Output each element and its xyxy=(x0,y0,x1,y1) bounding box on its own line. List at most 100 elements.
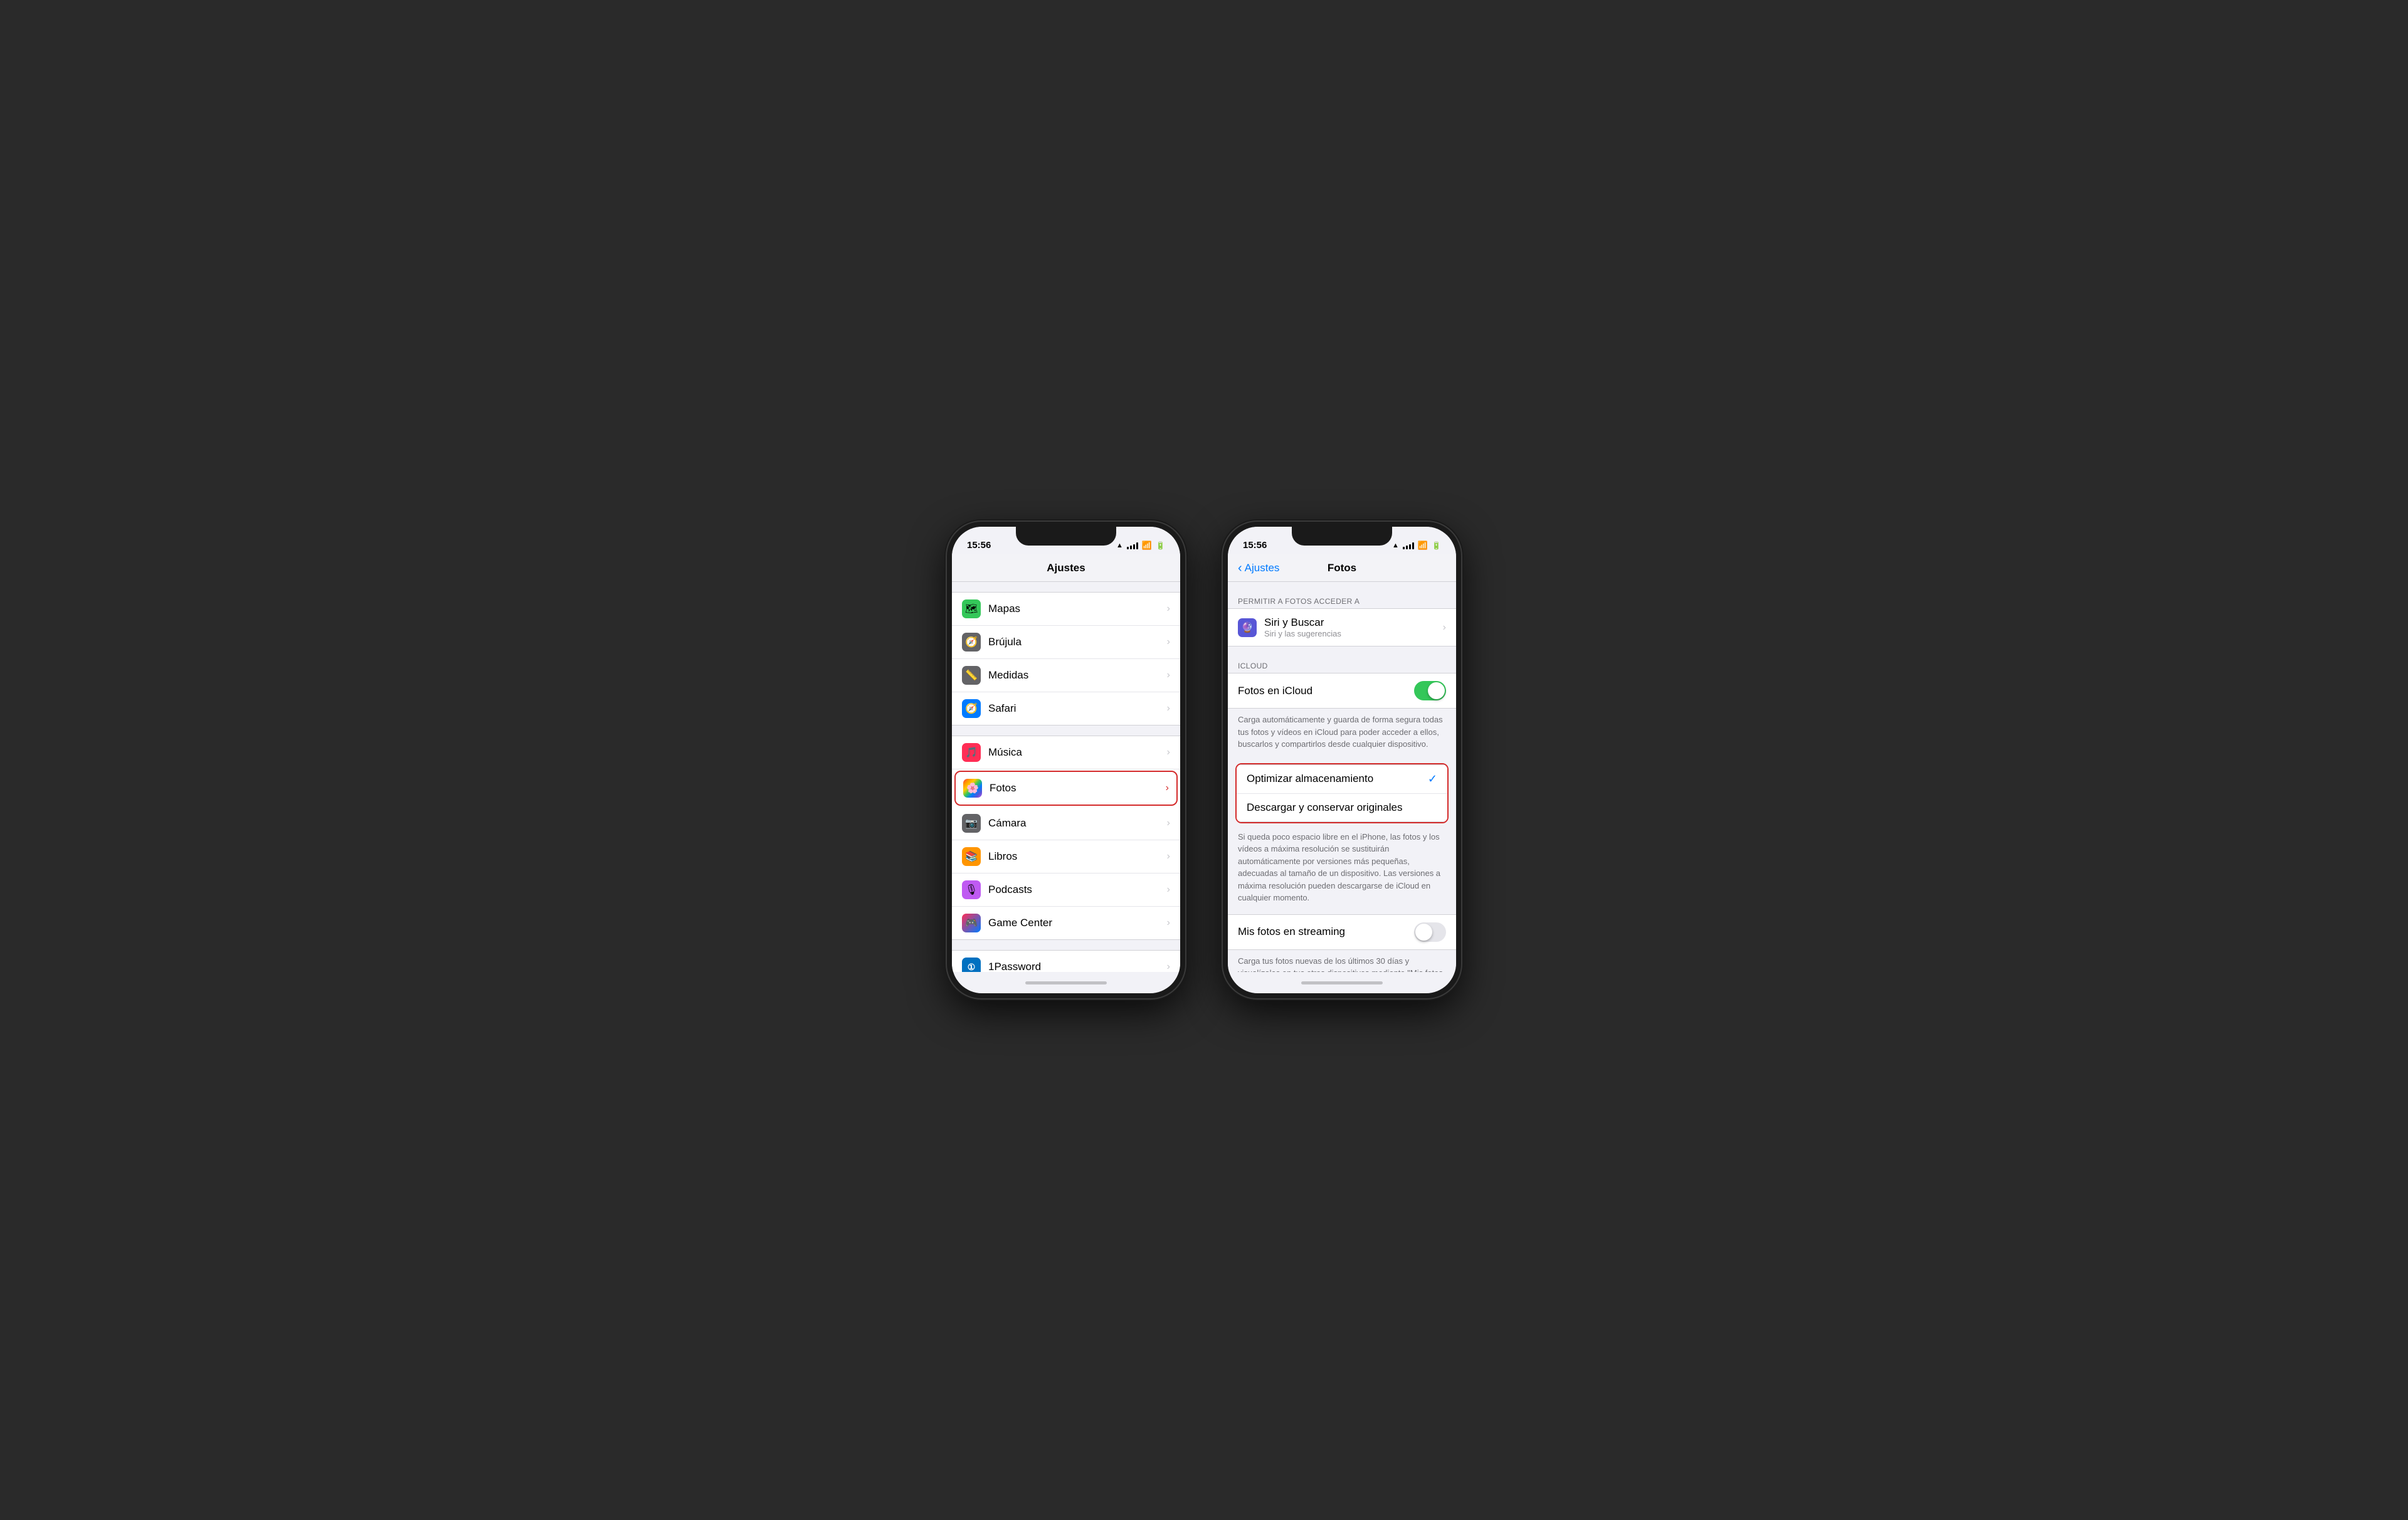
label-podcasts: Podcasts xyxy=(988,884,1167,896)
nav-bar-left: Ajustes xyxy=(952,554,1180,582)
chevron-camara: › xyxy=(1167,818,1170,829)
icon-camara: 📷 xyxy=(962,814,981,833)
chevron-libros: › xyxy=(1167,851,1170,862)
streaming-desc: Carga tus fotos nuevas de los últimos 30… xyxy=(1228,950,1456,973)
wifi-icon-right: 📶 xyxy=(1418,541,1428,551)
settings-list-2: 🎵 Música › 🌸 Fotos › 📷 xyxy=(952,736,1180,940)
label-mapas: Mapas xyxy=(988,603,1167,615)
chevron-fotos: › xyxy=(1166,783,1169,794)
chevron-gamecenter: › xyxy=(1167,917,1170,929)
back-chevron-icon: ‹ xyxy=(1238,562,1242,574)
fotos-icloud-toggle[interactable] xyxy=(1414,681,1446,700)
toggle-knob xyxy=(1428,682,1445,699)
section-permit: PERMITIR A FOTOS ACCEDER A 🔮 Siri y Busc… xyxy=(1228,592,1456,647)
streaming-section: Mis fotos en streaming Carga tus fotos n… xyxy=(1228,914,1456,973)
icon-brujula: 🧭 xyxy=(962,633,981,652)
settings-section-2: 🎵 Música › 🌸 Fotos › 📷 xyxy=(952,736,1180,940)
home-indicator-left xyxy=(1025,981,1107,984)
list-item-1password[interactable]: ① 1Password › xyxy=(952,951,1180,972)
location-icon-left: ▲ xyxy=(1116,542,1123,549)
chevron-mapas: › xyxy=(1167,603,1170,615)
status-icons-left: ▲ 📶 🔋 xyxy=(1116,541,1165,551)
streaming-toggle-knob xyxy=(1415,924,1432,941)
icon-fotos: 🌸 xyxy=(963,779,982,798)
chevron-musica: › xyxy=(1167,747,1170,758)
siri-icon: 🔮 xyxy=(1238,618,1257,637)
section-icloud: ICLOUD Fotos en iCloud Carga automáticam… xyxy=(1228,657,1456,761)
fotos-icloud-row[interactable]: Fotos en iCloud xyxy=(1228,673,1456,708)
list-item-mapas[interactable]: 🗺 Mapas › xyxy=(952,593,1180,626)
list-item-medidas[interactable]: 📏 Medidas › xyxy=(952,659,1180,692)
label-medidas: Medidas xyxy=(988,669,1167,682)
label-fotos: Fotos xyxy=(990,782,1166,794)
optimize-label: Optimizar almacenamiento xyxy=(1247,773,1428,785)
siri-label: Siri y Buscar xyxy=(1264,616,1443,629)
label-brujula: Brújula xyxy=(988,636,1167,648)
label-libros: Libros xyxy=(988,850,1167,863)
battery-icon-right: 🔋 xyxy=(1432,541,1441,550)
download-row[interactable]: Descargar y conservar originales xyxy=(1237,794,1447,821)
icloud-list: Fotos en iCloud xyxy=(1228,673,1456,709)
nav-title-left: Ajustes xyxy=(1047,562,1085,574)
list-item-musica[interactable]: 🎵 Música › xyxy=(952,736,1180,769)
content-left[interactable]: 🗺 Mapas › 🧭 Brújula › 📏 M xyxy=(952,582,1180,972)
streaming-toggle[interactable] xyxy=(1414,922,1446,942)
section-icloud-label: ICLOUD xyxy=(1228,657,1456,673)
label-1password: 1Password xyxy=(988,961,1167,972)
icon-mapas: 🗺 xyxy=(962,599,981,618)
icon-safari: 🧭 xyxy=(962,699,981,718)
signal-bars-left xyxy=(1127,542,1138,549)
list-item-brujula[interactable]: 🧭 Brújula › xyxy=(952,626,1180,659)
storage-desc: Si queda poco espacio libre en el iPhone… xyxy=(1228,826,1456,914)
back-label: Ajustes xyxy=(1245,562,1280,574)
storage-section: Optimizar almacenamiento ✓ Descargar y c… xyxy=(1228,763,1456,914)
optimize-row[interactable]: Optimizar almacenamiento ✓ xyxy=(1237,765,1447,794)
streaming-row[interactable]: Mis fotos en streaming xyxy=(1228,915,1456,949)
icon-libros: 📚 xyxy=(962,847,981,866)
settings-list-3: ① 1Password › 2048 2048 › H xyxy=(952,950,1180,972)
list-item-fotos[interactable]: 🌸 Fotos › xyxy=(954,771,1178,806)
download-label: Descargar y conservar originales xyxy=(1247,801,1437,814)
list-item-safari[interactable]: 🧭 Safari › xyxy=(952,692,1180,725)
list-item-podcasts[interactable]: 🎙 Podcasts › xyxy=(952,873,1180,907)
phone-right-screen: 15:56 ▲ 📶 🔋 xyxy=(1228,527,1456,993)
icon-musica: 🎵 xyxy=(962,743,981,762)
list-item-camara[interactable]: 📷 Cámara › xyxy=(952,807,1180,840)
location-icon-right: ▲ xyxy=(1392,542,1399,549)
list-item-libros[interactable]: 📚 Libros › xyxy=(952,840,1180,873)
icon-medidas: 📏 xyxy=(962,666,981,685)
phones-container: 15:56 ▲ 📶 🔋 Ajus xyxy=(947,522,1461,998)
icon-podcasts: 🎙 xyxy=(962,880,981,899)
chevron-podcasts: › xyxy=(1167,884,1170,895)
status-time-right: 15:56 xyxy=(1243,540,1267,551)
icon-gamecenter: 🎮 xyxy=(962,914,981,932)
siri-text-block: Siri y Buscar Siri y las sugerencias xyxy=(1264,616,1443,638)
notch-right xyxy=(1292,527,1392,546)
content-right[interactable]: PERMITIR A FOTOS ACCEDER A 🔮 Siri y Busc… xyxy=(1228,582,1456,972)
nav-title-right: Fotos xyxy=(1328,562,1356,574)
list-item-gamecenter[interactable]: 🎮 Game Center › xyxy=(952,907,1180,939)
siri-chevron: › xyxy=(1443,622,1446,633)
fotos-icloud-desc: Carga automáticamente y guarda de forma … xyxy=(1228,709,1456,761)
notch-left xyxy=(1016,527,1116,546)
status-time-left: 15:56 xyxy=(967,540,991,551)
back-button[interactable]: ‹ Ajustes xyxy=(1238,562,1279,574)
home-indicator-right xyxy=(1301,981,1383,984)
settings-section-3: ① 1Password › 2048 2048 › H xyxy=(952,950,1180,972)
chevron-safari: › xyxy=(1167,703,1170,714)
label-camara: Cámara xyxy=(988,817,1167,830)
chevron-1password: › xyxy=(1167,961,1170,972)
siri-sublabel: Siri y las sugerencias xyxy=(1264,629,1443,638)
settings-section-1: 🗺 Mapas › 🧭 Brújula › 📏 M xyxy=(952,592,1180,726)
phone-left-screen: 15:56 ▲ 📶 🔋 Ajus xyxy=(952,527,1180,993)
chevron-medidas: › xyxy=(1167,670,1170,681)
phone-left: 15:56 ▲ 📶 🔋 Ajus xyxy=(947,522,1185,998)
section-permit-label: PERMITIR A FOTOS ACCEDER A xyxy=(1228,592,1456,608)
settings-list-1: 🗺 Mapas › 🧭 Brújula › 📏 M xyxy=(952,592,1180,726)
label-gamecenter: Game Center xyxy=(988,917,1167,929)
label-musica: Música xyxy=(988,746,1167,759)
siri-row[interactable]: 🔮 Siri y Buscar Siri y las sugerencias › xyxy=(1228,609,1456,646)
wifi-icon-left: 📶 xyxy=(1142,541,1152,551)
nav-bar-right: ‹ Ajustes Fotos xyxy=(1228,554,1456,582)
battery-icon-left: 🔋 xyxy=(1156,541,1165,550)
